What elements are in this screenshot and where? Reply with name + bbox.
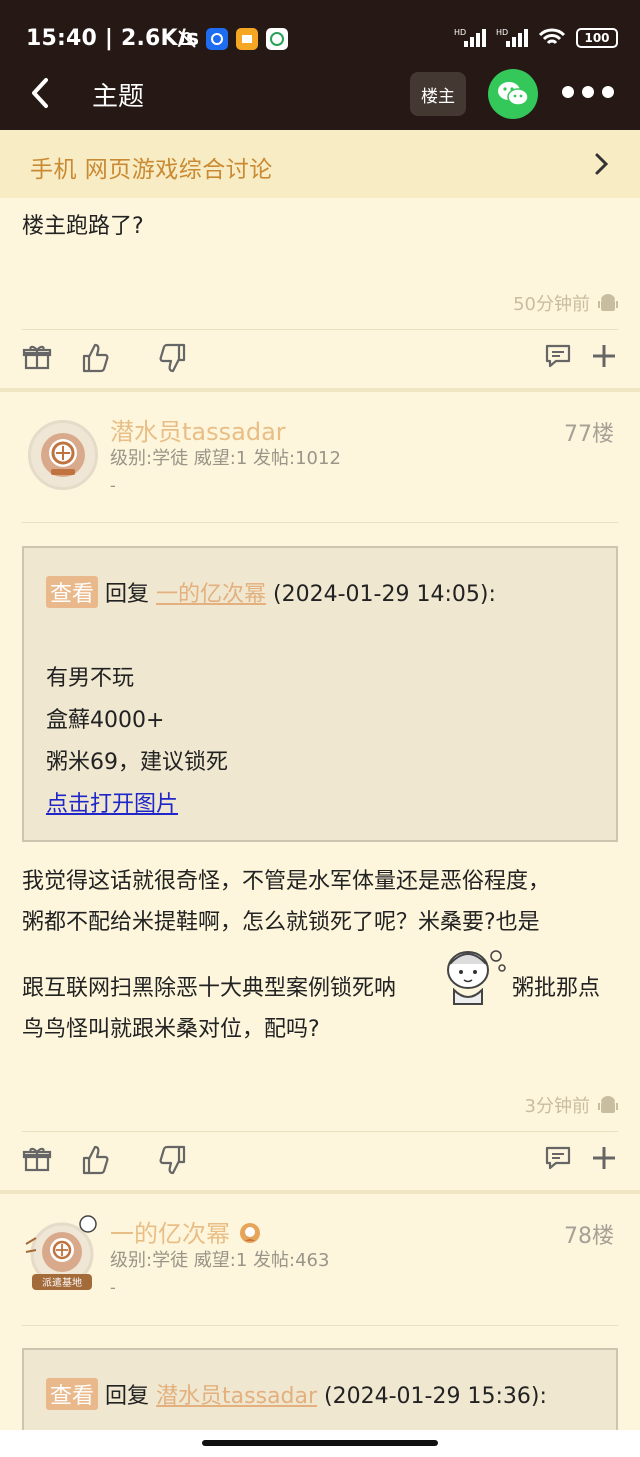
avatar[interactable] — [28, 420, 98, 490]
diver-helmet-icon — [41, 433, 85, 477]
sticker-image — [438, 942, 510, 1008]
plus-icon[interactable] — [590, 1144, 620, 1174]
quoted-user-link[interactable]: 一的亿次幂 — [156, 582, 266, 607]
open-image-link[interactable]: 点击打开图片 — [46, 786, 178, 818]
username-78[interactable]: 一的亿次幂 — [110, 1214, 262, 1249]
android-icon — [598, 294, 618, 311]
top-nav-bar: 主题 楼主 — [0, 56, 640, 130]
gift-icon[interactable] — [22, 1144, 52, 1174]
quote-line: 盒蘚4000+ — [46, 708, 165, 733]
home-indicator[interactable] — [202, 1440, 438, 1446]
post-body-line: 跟互联网扫黑除恶十大典型案例锁死呐 — [22, 976, 397, 1001]
post-header-77: 潜水员tassadar 级别:学徒 威望:1 发帖:1012 - 77楼 — [0, 392, 640, 522]
avatar-caption: 派遣基地 — [42, 1276, 82, 1289]
op-only-button[interactable]: 楼主 — [410, 72, 466, 116]
quote-reply-line: 查看 回复 潜水员tassadar (2024-01-29 15:36): — [46, 1378, 547, 1410]
post-body-line: 我觉得这话就很奇怪，不管是水军体量还是恶俗程度， — [22, 869, 551, 894]
post-actions-77 — [0, 1132, 640, 1190]
gift-icon[interactable] — [22, 342, 52, 372]
wifi-icon — [538, 28, 566, 45]
back-arrow-icon[interactable] — [26, 76, 56, 110]
comment-icon[interactable] — [544, 342, 574, 372]
app-notify-icon-1 — [206, 28, 228, 50]
comment-icon[interactable] — [544, 1144, 574, 1174]
user-signature: - — [110, 1278, 116, 1297]
wechat-icon — [498, 82, 529, 106]
quote-box: 查看 回复 一的亿次幂 (2024-01-29 14:05): 有男不玩 盒蘚4… — [22, 546, 618, 842]
post-body-line: 粥都不配给米提鞋啊，怎么就锁死了呢？米桑要?也是 — [22, 910, 540, 935]
floor-number: 77楼 — [564, 422, 614, 447]
post-actions-prev — [0, 330, 640, 388]
divider — [22, 1325, 618, 1326]
username[interactable]: 潜水员tassadar — [110, 412, 286, 447]
post-time-prev: 50分钟前 — [513, 290, 618, 316]
mute-bell-icon — [176, 28, 198, 50]
svg-text:HD: HD — [454, 28, 466, 37]
plus-icon[interactable] — [590, 342, 620, 372]
user-stats: 级别:学徒 威望:1 发帖:1012 — [110, 448, 341, 469]
view-tag-button[interactable]: 查看 — [46, 1378, 99, 1410]
thumbs-up-icon[interactable] — [80, 342, 110, 373]
post-header-78: 派遣基地 一的亿次幂 级别:学徒 威望:1 发帖:463 - 78楼 — [0, 1194, 640, 1324]
quote-line: 粥米69，建议锁死 — [46, 750, 228, 775]
thumbs-down-icon[interactable] — [158, 342, 188, 373]
svg-text:HD: HD — [496, 28, 508, 37]
signal-icon-1: HD — [454, 28, 486, 47]
status-time: 15:40 | 2.6K/s — [26, 26, 200, 51]
quote-line: 有男不玩 — [46, 666, 135, 691]
user-stats: 级别:学徒 威望:1 发帖:463 — [110, 1250, 330, 1271]
wechat-share-button[interactable] — [488, 69, 538, 119]
post-body-line: 鸟鸟怪叫就跟米桑对位，配吗? — [22, 1017, 320, 1042]
signal-icon-2: HD — [496, 28, 528, 47]
forum-banner[interactable]: 手机 网页游戏综合讨论 — [0, 130, 640, 198]
post-time: 3分钟前 — [525, 1092, 618, 1118]
floor-number: 78楼 — [564, 1224, 614, 1249]
page-title: 主题 — [92, 82, 145, 112]
status-notification-icons — [176, 28, 288, 50]
post-body-line: 粥批那点 — [512, 976, 601, 1001]
chevron-right-icon — [594, 152, 610, 176]
app-notify-icon-2 — [236, 28, 258, 50]
user-signature: - — [110, 476, 116, 495]
battery-indicator: 100 — [576, 28, 618, 48]
divider — [22, 522, 618, 523]
avatar[interactable]: 派遣基地 — [18, 1214, 106, 1296]
forum-name: 手机 网页游戏综合讨论 — [30, 157, 273, 183]
more-icon[interactable] — [562, 86, 614, 102]
view-tag-button[interactable]: 查看 — [46, 576, 99, 608]
status-right-icons: HD HD 100 — [454, 27, 618, 49]
user-badge-icon — [239, 1223, 260, 1243]
thumbs-up-icon[interactable] — [80, 1144, 110, 1175]
android-icon — [598, 1096, 618, 1113]
app-notify-icon-3 — [266, 28, 288, 50]
post-body-prev: 楼主跑路了? — [22, 214, 144, 239]
thumbs-down-icon[interactable] — [158, 1144, 188, 1175]
quote-reply-line: 查看 回复 一的亿次幂 (2024-01-29 14:05): — [46, 576, 496, 608]
quoted-user-link[interactable]: 潜水员tassadar — [156, 1384, 317, 1409]
